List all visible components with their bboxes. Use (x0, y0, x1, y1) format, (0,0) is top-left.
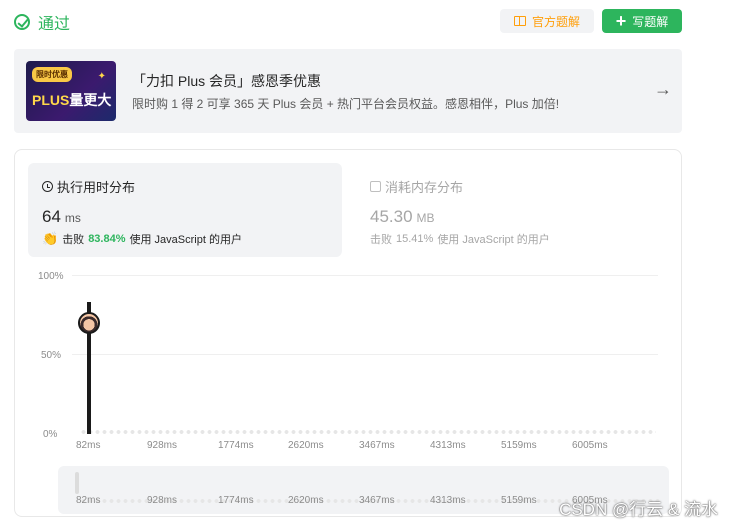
x-tick-2: 1774ms (218, 440, 254, 451)
plus-promo-banner[interactable]: 限时优惠 ✦ PLUS量更大 「力扣 Plus 会员」感恩季优惠 限时购 1 得… (14, 49, 682, 133)
runtime-unit: ms (64, 211, 81, 225)
runtime-value: 64 (42, 207, 61, 226)
memory-beat-label: 击败 (370, 234, 392, 246)
clap-icon: 👏 (42, 231, 59, 246)
runtime-title: 执行用时分布 (42, 177, 135, 196)
runtime-title-text: 执行用时分布 (57, 180, 136, 195)
slider-tick-6: 5159ms (501, 495, 537, 506)
chip-icon (370, 181, 381, 192)
arrow-right-icon[interactable]: → (654, 79, 672, 100)
memory-beat-suffix: 使用 JavaScript 的用户 (437, 234, 550, 246)
official-solution-label: 官方题解 (531, 14, 580, 29)
runtime-beat: 👏 击败 83.84% 使用 JavaScript 的用户 (42, 231, 242, 247)
sparkle-icon: ✦ (97, 71, 106, 82)
accepted-status: 通过 (14, 10, 70, 34)
runtime-value-row: 64 ms (42, 207, 81, 227)
memory-tab[interactable]: 消耗内存分布 45.30 MB 击败 15.41% 使用 JavaScript 的… (356, 163, 670, 257)
x-tick-7: 6005ms (572, 440, 608, 451)
slider-tick-0: 82ms (76, 495, 101, 506)
promo-image-text: PLUS量更大 (32, 90, 111, 110)
write-solution-button[interactable]: + 写题解 (602, 9, 682, 33)
status-text: 通过 (38, 16, 71, 33)
distribution-bars (80, 430, 656, 434)
book-icon (513, 16, 526, 26)
runtime-tab[interactable]: 执行用时分布 64 ms 👏 击败 83.84% 使用 JavaScript 的用… (28, 163, 342, 257)
promo-title: 「力扣 Plus 会员」感恩季优惠 (132, 73, 322, 89)
x-tick-6: 5159ms (501, 440, 537, 451)
slider-tick-4: 3467ms (359, 495, 395, 506)
slider-tick-3: 2620ms (288, 495, 324, 506)
memory-title-text: 消耗内存分布 (385, 180, 464, 195)
official-solution-button[interactable]: 官方题解 (500, 9, 594, 33)
memory-value-row: 45.30 MB (370, 207, 435, 227)
clock-icon (42, 181, 53, 192)
promo-image: 限时优惠 ✦ PLUS量更大 (26, 61, 116, 121)
y-tick-0: 0% (43, 429, 58, 440)
y-tick-100: 100% (38, 271, 64, 282)
promo-tag: 限时优惠 (32, 67, 72, 82)
gridline-100 (72, 275, 658, 276)
promo-image-plus: PLUS (32, 92, 70, 108)
memory-unit: MB (416, 211, 435, 225)
memory-beat: 击败 15.41% 使用 JavaScript 的用户 (370, 231, 550, 247)
x-tick-3: 2620ms (288, 440, 324, 451)
check-circle-icon (14, 14, 30, 30)
slider-tick-1: 928ms (147, 495, 178, 506)
x-tick-4: 3467ms (359, 440, 395, 451)
write-solution-label: 写题解 (632, 14, 669, 29)
watermark: CSDN @行云 & 流水 (559, 500, 718, 519)
memory-value: 45.30 (370, 207, 413, 226)
user-avatar-marker[interactable] (78, 311, 100, 334)
slider-tick-2: 1774ms (218, 495, 254, 506)
runtime-beat-label: 击败 (62, 234, 85, 246)
gridline-50 (72, 354, 658, 355)
memory-beat-percent: 15.41% (396, 233, 434, 245)
plus-icon: + (615, 11, 627, 31)
x-tick-5: 4313ms (430, 440, 466, 451)
promo-image-rest: 量更大 (69, 92, 112, 108)
x-tick-1: 928ms (147, 440, 178, 451)
runtime-beat-suffix: 使用 JavaScript 的用户 (129, 234, 242, 246)
runtime-beat-percent: 83.84% (88, 233, 126, 245)
promo-subtitle: 限时购 1 得 2 可享 365 天 Plus 会员 + 热门平台会员权益。感恩… (132, 97, 560, 111)
slider-handle[interactable] (75, 472, 79, 494)
memory-title: 消耗内存分布 (370, 177, 463, 196)
x-tick-0: 82ms (76, 440, 101, 451)
y-tick-50: 50% (41, 350, 62, 361)
slider-tick-5: 4313ms (430, 495, 466, 506)
